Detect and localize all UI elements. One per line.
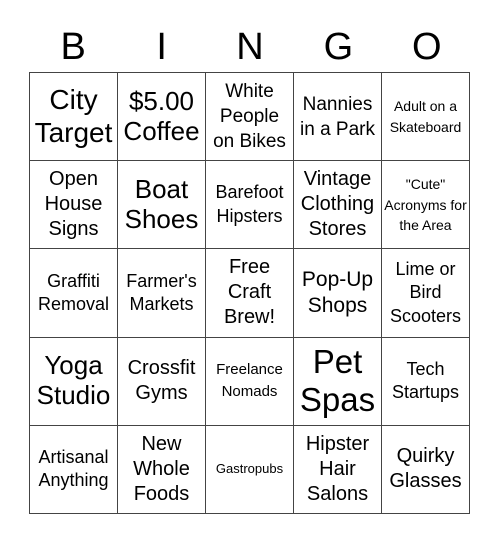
cell-text: Artisanal Anything bbox=[38, 447, 109, 491]
cell-text: Freelance Nomads bbox=[216, 361, 283, 401]
cell-text: Barefoot Hipsters bbox=[215, 182, 284, 226]
header-letter-o: O bbox=[412, 26, 442, 68]
bingo-cell[interactable]: Adult on a Skateboard bbox=[382, 73, 470, 162]
bingo-cell[interactable]: Tech Startups bbox=[382, 337, 470, 426]
bingo-cell[interactable]: City Target bbox=[30, 73, 118, 162]
bingo-cell[interactable]: $5.00 Coffee bbox=[118, 73, 206, 162]
header-letter-i: I bbox=[156, 26, 167, 68]
bingo-cell[interactable]: White People on Bikes bbox=[206, 73, 294, 162]
bingo-cell[interactable]: Gastropubs bbox=[206, 425, 294, 514]
bingo-cell[interactable]: New Whole Foods bbox=[118, 425, 206, 514]
cell-text: Gastropubs bbox=[215, 461, 284, 477]
bingo-cell[interactable]: Pop-Up Shops bbox=[294, 249, 382, 338]
cell-text: Hipster Hair Salons bbox=[305, 432, 370, 505]
bingo-cell[interactable]: Graffiti Removal bbox=[30, 249, 118, 338]
bingo-header: B I N G O bbox=[29, 22, 471, 72]
cell-text: Boat Shoes bbox=[124, 173, 199, 234]
bingo-cell[interactable]: Free Craft Brew! bbox=[206, 249, 294, 338]
header-letter-n: N bbox=[236, 26, 264, 68]
cell-text: New Whole Foods bbox=[133, 432, 190, 505]
cell-text: Pet Spas bbox=[299, 343, 376, 419]
bingo-cell[interactable]: Boat Shoes bbox=[118, 161, 206, 250]
bingo-cell[interactable]: Freelance Nomads bbox=[206, 337, 294, 426]
bingo-cell[interactable]: Open House Signs bbox=[30, 161, 118, 250]
bingo-grid: City Target $5.00 Coffee White People on… bbox=[29, 72, 470, 514]
bingo-cell[interactable]: Barefoot Hipsters bbox=[206, 161, 294, 250]
cell-text: Adult on a Skateboard bbox=[389, 98, 462, 135]
bingo-cell[interactable]: Quirky Glasses bbox=[382, 425, 470, 514]
cell-text: Open House Signs bbox=[44, 168, 103, 241]
cell-text: City Target bbox=[34, 84, 113, 148]
bingo-cell[interactable]: Pet Spas bbox=[294, 337, 382, 426]
cell-text: Crossfit Gyms bbox=[127, 357, 196, 405]
bingo-cell[interactable]: Lime or Bird Scooters bbox=[382, 249, 470, 338]
cell-text: Nannies in a Park bbox=[300, 93, 375, 140]
cell-text: Farmer's Markets bbox=[126, 270, 197, 314]
bingo-cell[interactable]: "Cute" Acronyms for the Area bbox=[382, 161, 470, 250]
bingo-cell[interactable]: Hipster Hair Salons bbox=[294, 425, 382, 514]
cell-text: Lime or Bird Scooters bbox=[389, 258, 462, 326]
header-letter-b: B bbox=[60, 26, 86, 68]
bingo-cell[interactable]: Vintage Clothing Stores bbox=[294, 161, 382, 250]
cell-text: White People on Bikes bbox=[213, 80, 286, 153]
cell-text: $5.00 Coffee bbox=[123, 85, 200, 146]
bingo-cell[interactable]: Crossfit Gyms bbox=[118, 337, 206, 426]
cell-text: Tech Startups bbox=[391, 358, 460, 403]
cell-text: "Cute" Acronyms for the Area bbox=[384, 176, 467, 233]
cell-text: Pop-Up Shops bbox=[301, 268, 374, 317]
cell-text: Yoga Studio bbox=[36, 350, 111, 411]
bingo-cell[interactable]: Yoga Studio bbox=[30, 337, 118, 426]
bingo-cell[interactable]: Farmer's Markets bbox=[118, 249, 206, 338]
cell-text: Quirky Glasses bbox=[389, 445, 462, 493]
bingo-cell[interactable]: Nannies in a Park bbox=[294, 73, 382, 162]
header-letter-g: G bbox=[323, 26, 354, 68]
cell-text: Free Craft Brew! bbox=[223, 256, 276, 329]
bingo-cell[interactable]: Artisanal Anything bbox=[30, 425, 118, 514]
cell-text: Vintage Clothing Stores bbox=[300, 168, 375, 241]
cell-text: Graffiti Removal bbox=[37, 270, 110, 314]
